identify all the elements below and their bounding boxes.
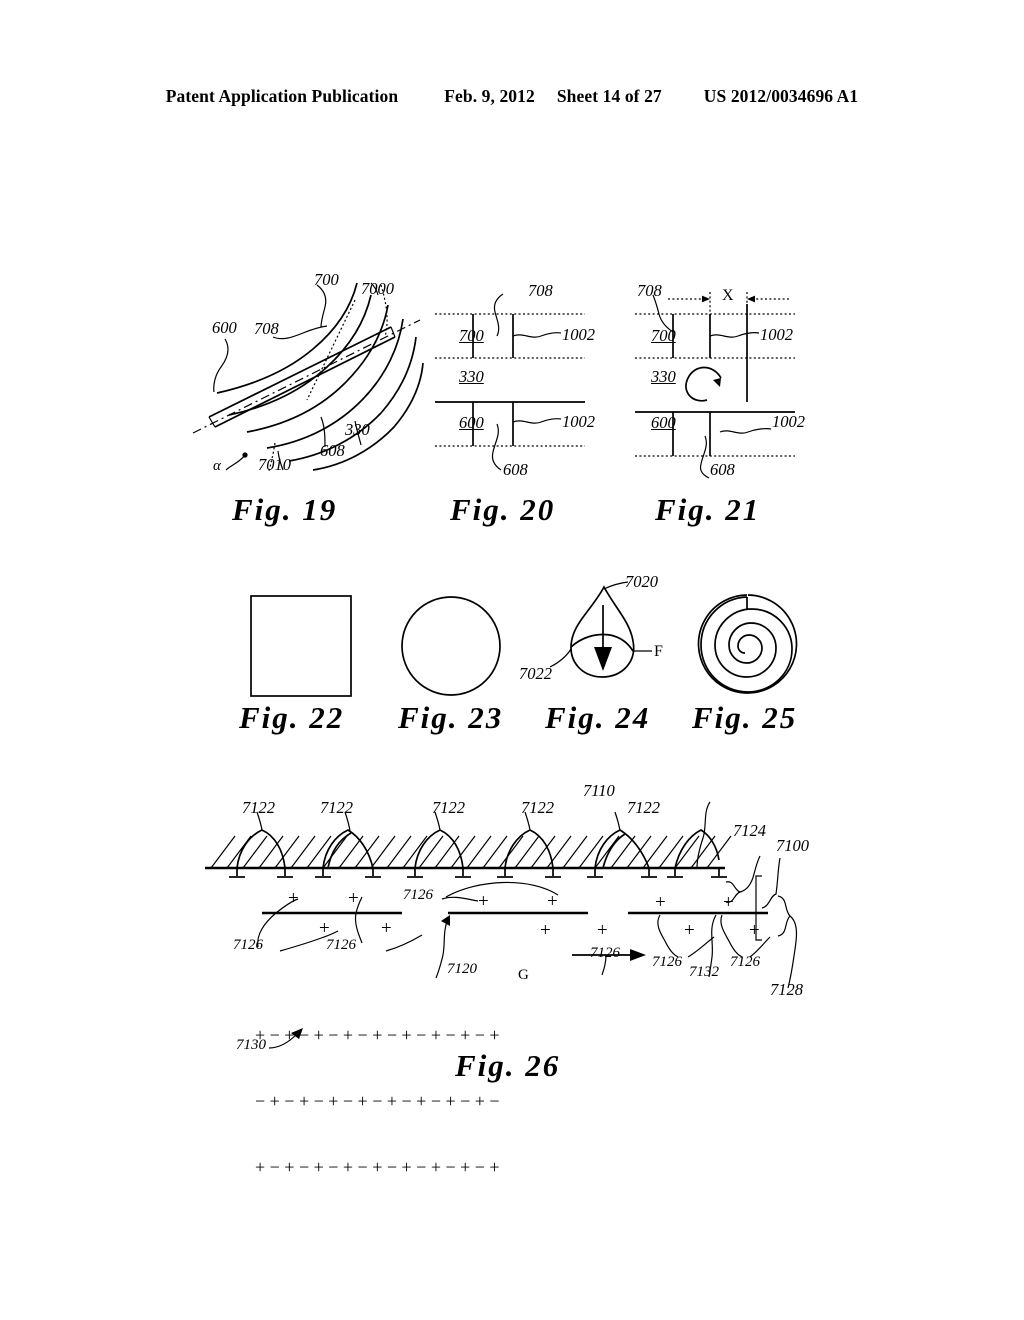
fig19-label-600: 600 [212, 318, 237, 337]
lattice-row: − + − + − + − + − + − + − + − + − [255, 1091, 500, 1111]
fig26-label-7126-1: 7126 [233, 937, 263, 953]
fig19-label-700: 700 [314, 270, 339, 289]
fig26-charge-plus: + [381, 918, 392, 939]
fig19-label-330: 330 [345, 420, 370, 439]
fig26-label-7126-5: 7126 [652, 954, 682, 970]
fig21-label-700: 700 [651, 326, 676, 345]
fig21-label-1002-lower: 1002 [772, 412, 805, 431]
fig26-charge-plus: + [547, 891, 558, 912]
fig26-charge-plus: + [540, 920, 551, 941]
fig20-label-600: 600 [459, 413, 484, 432]
fig26-label-7110: 7110 [583, 781, 615, 800]
fig21-label-330: 330 [651, 367, 676, 386]
fig23-caption: Fig. 23 [398, 700, 504, 735]
fig24-label-F: F [654, 643, 663, 660]
fig19-label-7000: 7000 [361, 279, 394, 298]
fig19-label-alpha: α [213, 458, 221, 474]
fig20-label-330: 330 [459, 367, 484, 386]
fig26-charge-plus: + [749, 920, 760, 941]
fig26-nap-layer [205, 801, 732, 878]
fig21-caption: Fig. 21 [655, 492, 761, 527]
fig21-label-1002-upper: 1002 [760, 325, 793, 344]
fig26-label-7120: 7120 [447, 961, 477, 977]
fig26-charge-plus: + [655, 892, 666, 913]
fig21-label-X: X [722, 287, 734, 304]
fig22-drawing [250, 595, 352, 697]
fig26-charge-plus: + [684, 920, 695, 941]
fig26-label-7122-2: 7122 [320, 798, 353, 817]
fig26-label-7126-6: 7126 [730, 954, 760, 970]
fig19-label-7010: 7010 [258, 455, 291, 474]
fig26-label-7126-2: 7126 [326, 937, 356, 953]
fig21-label-708: 708 [637, 281, 662, 300]
fig23-drawing [401, 596, 501, 696]
header-date: Feb. 9, 2012 [444, 86, 535, 106]
fig20-label-1002-upper: 1002 [562, 325, 595, 344]
fig26-label-7128: 7128 [770, 980, 803, 999]
fig26-label-7130: 7130 [236, 1037, 266, 1053]
fig26-label-7124: 7124 [733, 821, 766, 840]
fig26-label-7122-3: 7122 [432, 798, 465, 817]
fig26-label-7122-4: 7122 [521, 798, 554, 817]
fig19-label-608: 608 [320, 441, 345, 460]
fig25-drawing [697, 594, 798, 694]
fig26-label-7126-3: 7126 [403, 887, 433, 903]
fig26-label-7126-4: 7126 [590, 945, 620, 961]
header-publication: Patent Application Publication [165, 86, 399, 106]
fig24-caption: Fig. 24 [545, 700, 651, 735]
fig26-label-7132: 7132 [689, 964, 719, 980]
fig26-charge-plus: + [288, 888, 299, 909]
fig26-label-7122-5: 7122 [627, 798, 660, 817]
fig21-label-608: 608 [710, 460, 735, 479]
fig26-caption: Fig. 26 [455, 1048, 561, 1083]
fig26-label-G: G [518, 967, 529, 983]
fig22-caption: Fig. 22 [239, 700, 345, 735]
fig24-label-7020: 7020 [625, 572, 658, 591]
header-publication-number: US 2012/0034696 A1 [703, 86, 859, 106]
fig19-caption: Fig. 19 [232, 492, 338, 527]
fig26-charge-plus: + [478, 891, 489, 912]
fig26-charge-plus: + [723, 892, 734, 913]
lattice-row: + − + − + − + − + − + − + − + − + [255, 1157, 500, 1177]
patent-drawing-sheet: Patent Application Publication Feb. 9, 2… [0, 0, 1024, 1320]
fig25-caption: Fig. 25 [692, 700, 798, 735]
fig26-charge-plus: + [319, 918, 330, 939]
fig26-label-7100: 7100 [776, 836, 809, 855]
fig26-charge-plus: + [348, 888, 359, 909]
fig20-label-608: 608 [503, 460, 528, 479]
header-sheet-number: Sheet 14 of 27 [556, 86, 662, 106]
fig19-label-708: 708 [254, 319, 279, 338]
fig24-drawing [549, 581, 652, 678]
fig26-label-7122-1: 7122 [242, 798, 275, 817]
sheet-header: Patent Application Publication Feb. 9, 2… [0, 86, 1024, 112]
fig20-label-700: 700 [459, 326, 484, 345]
fig21-label-600: 600 [651, 413, 676, 432]
fig20-label-1002-lower: 1002 [562, 412, 595, 431]
fig20-caption: Fig. 20 [450, 492, 556, 527]
fig26-charge-lattice: + − + − + − + − + − + − + − + − + − + − … [255, 980, 500, 1222]
fig26-charge-plus: + [597, 920, 608, 941]
fig24-label-7022: 7022 [519, 664, 552, 683]
fig20-label-708: 708 [528, 281, 553, 300]
fig19-drawing [192, 282, 424, 472]
